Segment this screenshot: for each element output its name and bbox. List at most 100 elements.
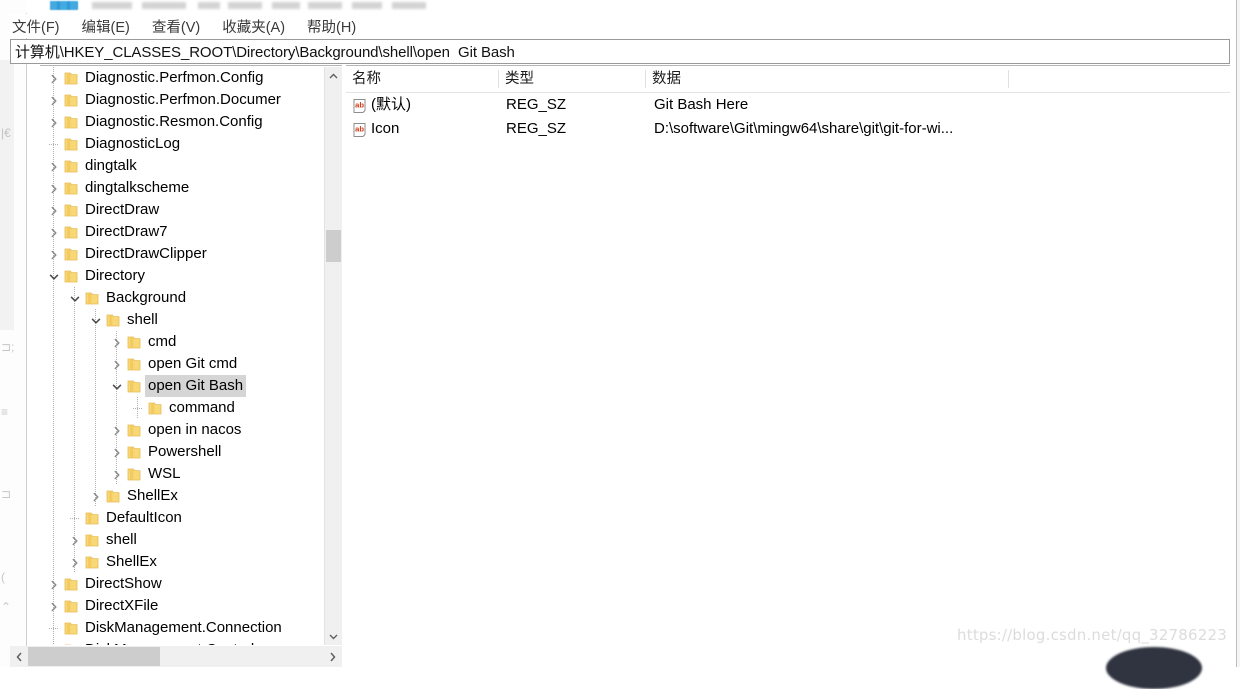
tree-item[interactable]: shell [40,529,325,551]
tree-item[interactable]: DirectShow [40,573,325,595]
tree-item[interactable]: WSL [40,463,325,485]
tree-item[interactable]: Diagnostic.Perfmon.Documer [40,89,325,111]
value-data: Git Bash Here [654,96,749,113]
tree-item-label: open in nacos [148,421,242,438]
tree-item[interactable]: open in nacos [40,419,325,441]
folder-icon [64,595,79,617]
scroll-down-icon[interactable] [325,628,342,645]
tree-item[interactable]: Directory [40,265,325,287]
chevron-right-icon[interactable] [46,573,62,595]
registry-tree[interactable]: Diagnostic.Perfmon.Config Diagnostic.Perf… [40,67,325,645]
folder-icon [127,441,142,463]
tree-vertical-scrollbar[interactable] [324,67,342,645]
folder-icon [64,155,79,177]
chevron-right-icon[interactable] [46,639,62,645]
chevron-right-icon[interactable] [46,221,62,243]
main-split: Diagnostic.Perfmon.Config Diagnostic.Perf… [10,65,1230,667]
chevron-down-icon[interactable] [46,265,62,287]
values-list[interactable]: ab (默认) REG_SZ Git Bash Here ab Icon REG_SZ D:\… [346,93,1230,141]
chevron-right-icon[interactable] [109,441,125,463]
value-name: Icon [371,120,400,137]
chevron-right-icon[interactable] [46,595,62,617]
chevron-right-icon[interactable] [67,551,83,573]
chevron-right-icon[interactable] [88,485,104,507]
chevron-right-icon[interactable] [46,155,62,177]
chevron-right-icon[interactable] [46,67,62,89]
svg-text:ab: ab [355,125,364,134]
tree-horizontal-scrollbar[interactable] [10,646,342,667]
tree-item[interactable]: ShellEx [40,551,325,573]
tree-item-label: Background [106,289,187,306]
chevron-down-icon[interactable] [88,309,104,331]
folder-icon [64,573,79,595]
tree-item-label: DirectDraw7 [85,223,168,240]
chevron-right-icon[interactable] [109,353,125,375]
tree-item[interactable]: shell [40,309,325,331]
folder-icon [64,133,79,155]
chevron-right-icon[interactable] [109,463,125,485]
column-type[interactable]: 类型 [499,66,646,92]
values-header-row: 名称 类型 数据 [346,66,1230,93]
column-data-label: 数据 [652,71,681,87]
menu-help[interactable]: 帮助(H) [305,15,358,38]
chevron-right-icon[interactable] [46,243,62,265]
tree-item[interactable]: DirectDrawClipper [40,243,325,265]
menu-view[interactable]: 查看(V) [150,15,202,38]
tree-item[interactable]: DirectXFile [40,595,325,617]
right-edge-strip [1236,0,1240,667]
tree-item[interactable]: ShellEx [40,485,325,507]
tree-item[interactable]: DiagnosticLog [40,133,325,155]
value-type: REG_SZ [506,120,567,137]
menu-file[interactable]: 文件(F) [10,15,62,38]
horizontal-scrollbar-thumb[interactable] [28,647,160,666]
tree-item-label: dingtalkscheme [85,179,190,196]
tree-item[interactable]: DiskManagement.Connection [40,617,325,639]
value-row[interactable]: ab Icon REG_SZ D:\software\Git\mingw64\shar… [346,117,1230,141]
registry-values-pane[interactable]: 名称 类型 数据 ab (默认) REG_SZ Git Bash Here ab Icon… [346,65,1230,645]
folder-icon [127,419,142,441]
tree-item[interactable]: DirectDraw7 [40,221,325,243]
tree-item[interactable]: Powershell [40,441,325,463]
scroll-up-icon[interactable] [325,67,342,84]
chevron-down-icon[interactable] [67,287,83,309]
scroll-left-icon[interactable] [10,646,28,667]
tree-item[interactable]: Background [40,287,325,309]
tree-item-selected[interactable]: open Git Bash [40,375,325,397]
folder-icon [106,485,121,507]
scroll-right-icon[interactable] [324,646,342,667]
chevron-right-icon[interactable] [109,331,125,353]
menu-edit[interactable]: 编辑(E) [80,15,132,38]
tree-item[interactable]: command [40,397,325,419]
chevron-right-icon[interactable] [109,419,125,441]
chevron-right-icon[interactable] [46,199,62,221]
tree-item-label: DirectXFile [85,597,159,614]
column-data[interactable]: 数据 [646,66,1009,92]
tree-item[interactable]: DefaultIcon [40,507,325,529]
tree-item[interactable]: dingtalkscheme [40,177,325,199]
chevron-right-icon[interactable] [46,111,62,133]
chevron-right-icon[interactable] [46,177,62,199]
folder-icon [85,529,100,551]
chevron-right-icon[interactable] [67,529,83,551]
registry-tree-pane[interactable]: Diagnostic.Perfmon.Config Diagnostic.Perf… [40,65,342,645]
chevron-down-icon[interactable] [109,375,125,397]
tree-item[interactable]: Diagnostic.Perfmon.Config [40,67,325,89]
tree-item[interactable]: cmd [40,331,325,353]
address-bar[interactable] [10,39,1230,64]
chevron-right-icon[interactable] [46,89,62,111]
tree-item[interactable]: Diagnostic.Resmon.Config [40,111,325,133]
tree-item[interactable]: DirectDraw [40,199,325,221]
tree-scrollbar-thumb[interactable] [326,230,341,262]
address-input[interactable] [11,40,1229,63]
tree-item[interactable]: DiskManagement.Control [40,639,325,645]
value-type: REG_SZ [506,96,567,113]
tree-item[interactable]: dingtalk [40,155,325,177]
tree-item[interactable]: open Git cmd [40,353,325,375]
menu-favorites[interactable]: 收藏夹(A) [220,15,287,38]
folder-icon [64,199,79,221]
folder-icon [64,243,79,265]
column-name[interactable]: 名称 [346,66,499,92]
title-bar-strip [26,0,1240,13]
column-divider[interactable] [1008,70,1009,88]
value-row[interactable]: ab (默认) REG_SZ Git Bash Here [346,93,1230,117]
